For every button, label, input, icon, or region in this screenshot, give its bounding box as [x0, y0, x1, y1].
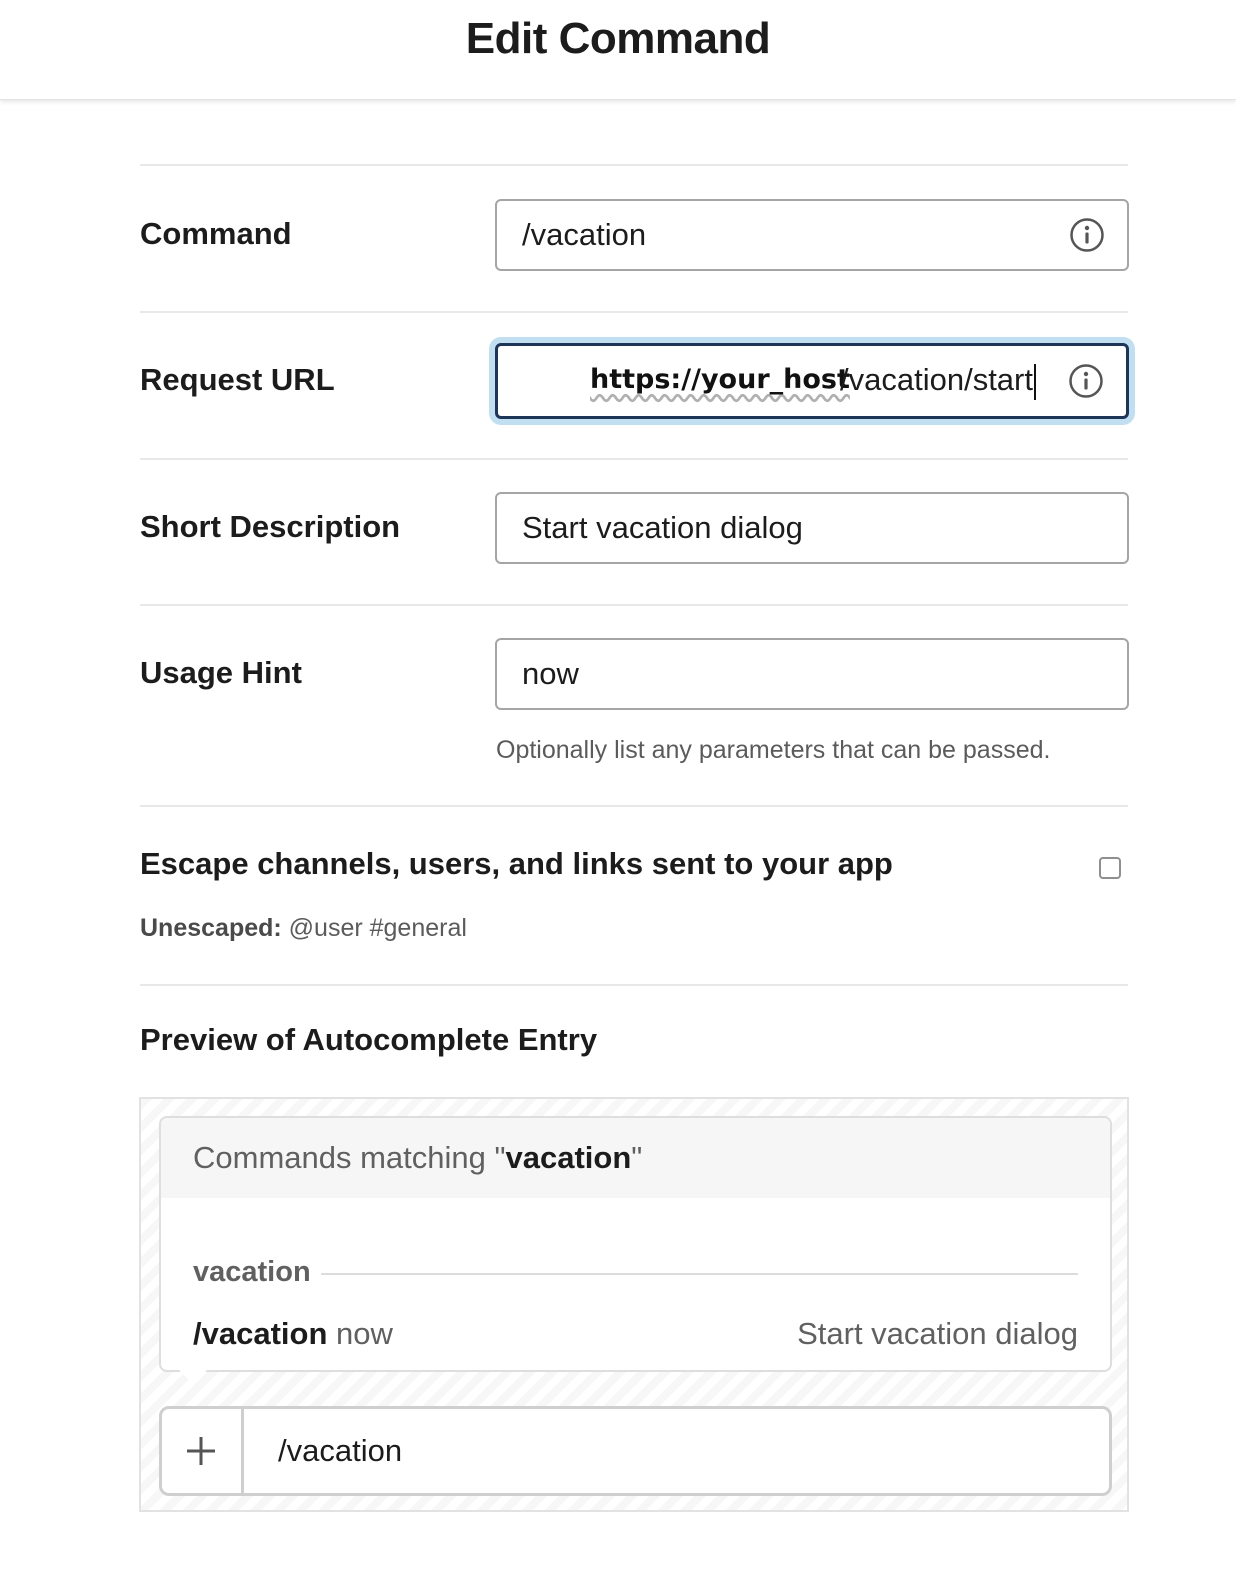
request-url-input[interactable]: https://your_host /vacation/start	[495, 343, 1129, 419]
autocomplete-header: Commands matching "vacation"	[161, 1118, 1110, 1198]
divider	[140, 984, 1128, 986]
usage-hint-input[interactable]: now	[495, 638, 1129, 710]
divider	[140, 164, 1128, 166]
autocomplete-menu: Commands matching "vacation" vacation /v…	[159, 1116, 1112, 1372]
message-input[interactable]: /vacation	[159, 1406, 1112, 1496]
autocomplete-header-text: Commands matching "vacation"	[193, 1140, 643, 1175]
unescaped-value: @user #general	[288, 914, 467, 942]
escape-checkbox[interactable]	[1099, 857, 1121, 879]
divider	[321, 1273, 1078, 1275]
message-input-text: /vacation	[278, 1433, 403, 1468]
request-url-host: https://your_host	[590, 364, 850, 395]
header: Edit Command	[0, 0, 1236, 100]
autocomplete-entry[interactable]: /vacation now Start vacation dialog	[193, 1316, 1078, 1352]
autocomplete-entry-description: Start vacation dialog	[797, 1316, 1078, 1351]
text-caret	[1033, 363, 1036, 400]
usage-hint-label: Usage Hint	[140, 655, 302, 690]
escape-option-label: Escape channels, users, and links sent t…	[140, 846, 893, 881]
plus-icon	[187, 1437, 215, 1465]
preview-title: Preview of Autocomplete Entry	[140, 1022, 598, 1057]
divider	[140, 604, 1128, 606]
autocomplete-preview: Commands matching "vacation" vacation /v…	[139, 1097, 1129, 1512]
autocomplete-entry-command: /vacation	[193, 1316, 328, 1351]
short-description-input[interactable]: Start vacation dialog	[495, 492, 1129, 564]
add-attachment-button[interactable]	[162, 1409, 244, 1493]
page-title: Edit Command	[465, 14, 771, 63]
divider	[140, 311, 1128, 313]
short-description-value: Start vacation dialog	[522, 510, 803, 545]
info-icon[interactable]	[1069, 217, 1105, 253]
command-input[interactable]: /vacation	[495, 199, 1129, 271]
short-description-label: Short Description	[140, 509, 401, 544]
autocomplete-entry-hint: now	[336, 1316, 393, 1351]
command-input-value: /vacation	[522, 217, 647, 252]
request-url-label: Request URL	[140, 362, 335, 397]
command-label: Command	[140, 216, 292, 251]
request-url-path: /vacation/start	[840, 362, 1036, 400]
autocomplete-pointer	[179, 1370, 207, 1384]
unescaped-example: Unescaped: @user #general	[140, 914, 467, 943]
info-icon[interactable]	[1068, 363, 1104, 399]
unescaped-label: Unescaped:	[140, 914, 282, 942]
autocomplete-group-name: vacation	[193, 1256, 311, 1288]
usage-hint-help: Optionally list any parameters that can …	[496, 736, 1051, 764]
divider	[140, 458, 1128, 460]
usage-hint-value: now	[522, 656, 579, 691]
divider	[140, 805, 1128, 807]
